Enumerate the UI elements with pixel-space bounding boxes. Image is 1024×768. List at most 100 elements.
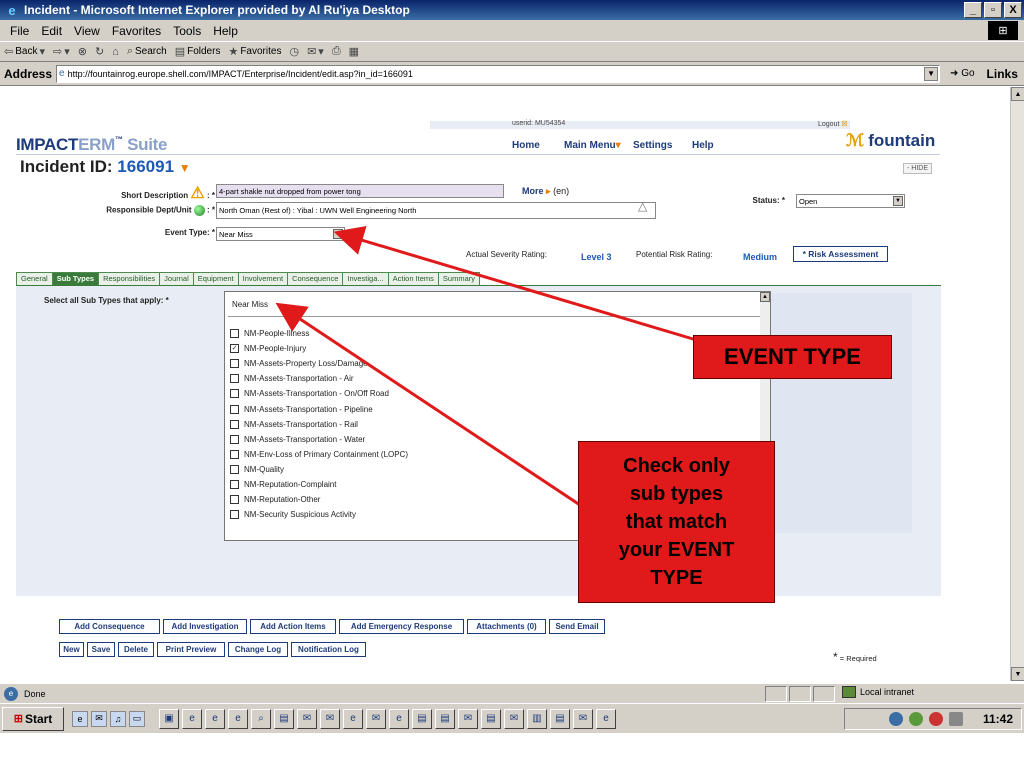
sub-type-item[interactable]: NM-Assets-Transportation - Air (230, 372, 354, 385)
printer-tray-icon[interactable] (948, 712, 963, 726)
refresh-button[interactable]: ↻ (95, 45, 104, 58)
send-email-button[interactable]: Send Email (549, 619, 605, 634)
sub-type-checkbox[interactable] (230, 359, 239, 369)
menu-edit[interactable]: Edit (35, 22, 68, 40)
logout-link[interactable]: Logout ☒ (818, 120, 848, 128)
add-investigation-button[interactable]: Add Investigation (163, 619, 247, 634)
add-action-items-button[interactable]: Add Action Items (250, 619, 336, 634)
taskbar-ie-icon[interactable]: e (596, 708, 616, 729)
sub-type-item[interactable]: NM-Assets-Transportation - On/Off Road (230, 387, 389, 400)
more-link[interactable]: More ▸ (en) (522, 186, 569, 197)
sub-type-checkbox[interactable] (230, 464, 239, 474)
sub-type-item[interactable]: NM-Assets-Property Loss/Damage (230, 357, 368, 370)
menu-tools[interactable]: Tools (167, 22, 207, 40)
folders-button[interactable]: ▤ Folders (175, 45, 221, 58)
tab-sub-types[interactable]: Sub Types (51, 272, 100, 286)
sub-type-checkbox[interactable] (230, 449, 239, 459)
page-scrollbar[interactable]: ▲ ▼ (1010, 87, 1024, 681)
taskbar-ie-icon[interactable]: e (343, 708, 363, 729)
sub-type-item[interactable]: NM-Assets-Transportation - Pipeline (230, 403, 373, 416)
taskbar-doc-icon[interactable]: ▤ (412, 708, 432, 729)
tab-action-items[interactable]: Action Items (387, 272, 439, 286)
attachments-button[interactable]: Attachments (0) (467, 619, 546, 634)
taskbar-ie-icon[interactable]: e (389, 708, 409, 729)
incident-dropdown-icon[interactable]: ▼ (179, 161, 191, 175)
stop-button[interactable]: ⊗ (78, 45, 87, 58)
tab-general[interactable]: General (16, 272, 53, 286)
mail-button[interactable]: ✉ ▾ (307, 45, 324, 58)
sub-type-item[interactable]: NM-Security Suspicious Activity (230, 508, 356, 521)
event-type-select[interactable]: Near Miss ▼ (216, 227, 345, 241)
sub-type-checkbox[interactable] (230, 419, 239, 429)
start-button[interactable]: ⊞ Start (2, 706, 64, 731)
media-icon[interactable]: ♫ (110, 710, 126, 727)
scroll-up-arrow-icon[interactable]: ▲ (760, 292, 770, 302)
status-select[interactable]: Open ▼ (796, 194, 905, 208)
search-button[interactable]: ⌕ Search (127, 45, 167, 58)
responsible-dept-input[interactable]: North Oman (Rest of) : Yibal : UWN Well … (216, 202, 656, 219)
sub-type-item[interactable]: NM-Assets-Transportation - Water (230, 433, 365, 446)
save-button[interactable]: Save (87, 642, 115, 657)
add-emergency-response-button[interactable]: Add Emergency Response (339, 619, 464, 634)
tab-summary[interactable]: Summary (437, 272, 481, 286)
home-button[interactable]: ⌂ (112, 46, 119, 58)
menu-file[interactable]: File (4, 22, 35, 40)
add-consequence-button[interactable]: Add Consequence (59, 619, 160, 634)
sub-type-checkbox[interactable] (230, 495, 239, 505)
sub-type-checkbox[interactable] (230, 374, 239, 384)
new-button[interactable]: New (59, 642, 84, 657)
taskbar-mail-icon[interactable]: ✉ (504, 708, 524, 729)
address-input[interactable]: e http://fountainrog.europe.shell.com/IM… (56, 64, 941, 83)
sub-type-item[interactable]: NM-Reputation-Complaint (230, 478, 336, 491)
taskbar-ie-icon[interactable]: e (205, 708, 225, 729)
tab-investigation[interactable]: Investiga... (342, 272, 389, 286)
nav-home[interactable]: Home (512, 140, 540, 151)
tab-involvement[interactable]: Involvement (237, 272, 289, 286)
favorites-button[interactable]: ★ Favorites (228, 45, 281, 58)
taskbar-mail-icon[interactable]: ✉ (366, 708, 386, 729)
links-button[interactable]: Links (987, 67, 1018, 81)
sub-type-checkbox[interactable] (230, 389, 239, 399)
sub-type-item[interactable]: NM-Quality (230, 463, 284, 476)
scroll-down-arrow-icon[interactable]: ▼ (1011, 667, 1024, 681)
address-dropdown-button[interactable]: ▼ (924, 66, 939, 81)
restore-button[interactable]: ▫ (984, 2, 1002, 18)
taskbar-folder-icon[interactable]: ▥ (527, 708, 547, 729)
sub-type-item[interactable]: NM-Reputation-Other (230, 493, 320, 506)
taskbar-ie-icon[interactable]: e (228, 708, 248, 729)
go-button[interactable]: ➜ Go (950, 68, 975, 79)
taskbar-doc-icon[interactable]: ▤ (550, 708, 570, 729)
taskbar-doc-icon[interactable]: ▤ (435, 708, 455, 729)
forward-button[interactable]: ⇨ ▾ (53, 45, 70, 58)
sub-type-checkbox[interactable] (230, 404, 239, 414)
taskbar-search-icon[interactable]: ⌕ (251, 708, 271, 729)
sub-type-item[interactable]: NM-Env-Loss of Primary Containment (LOPC… (230, 448, 408, 461)
change-log-button[interactable]: Change Log (228, 642, 288, 657)
print-button[interactable]: ⎙ (332, 45, 341, 58)
taskbar-mail-icon[interactable]: ✉ (297, 708, 317, 729)
short-description-input[interactable]: 4-part shakle nut dropped from power ton… (216, 184, 504, 198)
hide-button[interactable]: - HIDE (903, 163, 932, 174)
taskbar-doc-icon[interactable]: ▤ (274, 708, 294, 729)
print-preview-button[interactable]: Print Preview (157, 642, 225, 657)
notification-log-button[interactable]: Notification Log (291, 642, 366, 657)
nav-settings[interactable]: Settings (633, 140, 672, 151)
sub-type-checkbox[interactable] (230, 480, 239, 489)
taskbar-app-icon[interactable]: ▣ (159, 708, 179, 729)
outlook-icon[interactable]: ✉ (91, 710, 107, 727)
sync-tray-icon[interactable] (908, 712, 923, 726)
taskbar-doc-icon[interactable]: ▤ (481, 708, 501, 729)
scroll-up-arrow-icon[interactable]: ▲ (1011, 87, 1024, 101)
sub-type-item[interactable]: ✓ NM-People-Injury (230, 342, 306, 355)
taskbar-mail-icon[interactable]: ✉ (573, 708, 593, 729)
tab-journal[interactable]: Journal (159, 272, 194, 286)
sub-type-checkbox[interactable] (230, 434, 239, 444)
ie-icon[interactable]: e (72, 710, 88, 727)
taskbar-mail-icon[interactable]: ✉ (458, 708, 478, 729)
sub-type-item[interactable]: NM-People-Illness (230, 327, 309, 340)
sub-type-checkbox[interactable]: ✓ (230, 344, 239, 354)
nav-help[interactable]: Help (692, 140, 714, 151)
security-tray-icon[interactable] (928, 712, 943, 726)
network-tray-icon[interactable] (888, 712, 903, 726)
tab-responsibilities[interactable]: Responsibilities (98, 272, 161, 286)
